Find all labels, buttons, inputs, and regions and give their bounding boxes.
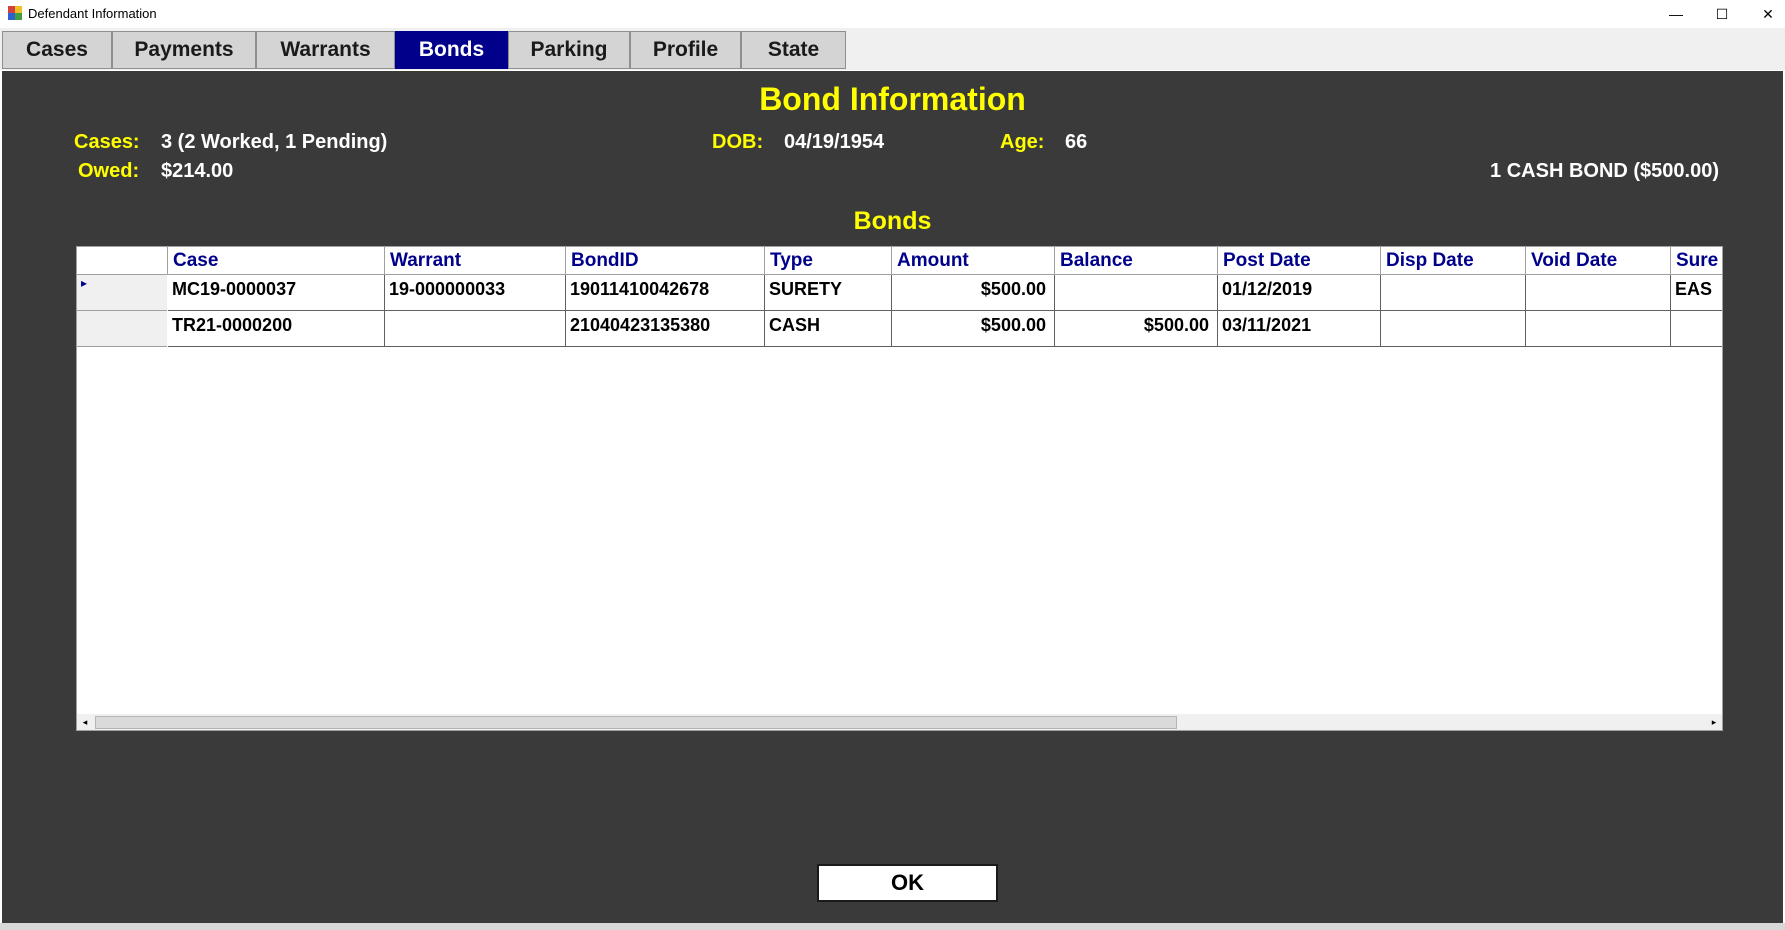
table-cell[interactable]: EAS — [1671, 275, 1722, 311]
table-cell[interactable]: MC19-0000037 — [168, 275, 385, 311]
table-cell[interactable] — [1381, 275, 1526, 311]
table-cell[interactable]: CASH — [765, 311, 892, 347]
table-cell[interactable]: $500.00 — [1055, 311, 1218, 347]
table-cell[interactable]: TR21-0000200 — [168, 311, 385, 347]
owed-value: $214.00 — [161, 160, 234, 182]
tab-state[interactable]: State — [741, 31, 846, 69]
table-cell[interactable] — [1526, 311, 1671, 347]
bonds-heading: Bonds — [853, 207, 932, 235]
bond-summary: 1 CASH BOND ($500.00) — [1490, 160, 1719, 182]
row-selector[interactable]: ▸ — [77, 275, 167, 311]
tab-warrants[interactable]: Warrants — [256, 31, 395, 69]
table-cell[interactable]: $500.00 — [892, 275, 1055, 311]
column-header-case[interactable]: Case — [168, 247, 385, 275]
column-header-post-date[interactable]: Post Date — [1218, 247, 1381, 275]
tab-parking[interactable]: Parking — [508, 31, 630, 69]
row-selector[interactable] — [77, 311, 167, 347]
minimize-button[interactable]: — — [1653, 0, 1699, 28]
table-cell[interactable] — [1671, 311, 1722, 347]
tab-bar: Cases Payments Warrants Bonds Parking Pr… — [0, 28, 1785, 70]
horizontal-scrollbar[interactable]: ◂ ▸ — [77, 714, 1722, 730]
scroll-right-icon[interactable]: ▸ — [1706, 714, 1722, 730]
column-header-balance[interactable]: Balance — [1055, 247, 1218, 275]
bonds-grid[interactable]: Case Warrant BondID Type Amount Balance … — [76, 246, 1723, 731]
current-row-marker-icon: ▸ — [81, 276, 88, 290]
table-cell[interactable]: 21040423135380 — [566, 311, 765, 347]
age-value: 66 — [1065, 131, 1088, 153]
table-cell[interactable] — [1055, 275, 1218, 311]
title-bar: Defendant Information — ☐ ✕ — [0, 0, 1785, 28]
scrollbar-thumb[interactable] — [95, 716, 1177, 729]
cases-value: 3 (2 Worked, 1 Pending) — [161, 131, 388, 153]
table-cell[interactable]: 19011410042678 — [566, 275, 765, 311]
scroll-left-icon[interactable]: ◂ — [77, 714, 93, 730]
dob-label: DOB: — [712, 131, 764, 153]
age-label: Age: — [1000, 131, 1045, 153]
column-header-amount[interactable]: Amount — [892, 247, 1055, 275]
close-button[interactable]: ✕ — [1745, 0, 1785, 28]
owed-label: Owed: — [78, 160, 140, 182]
column-header-void-date[interactable]: Void Date — [1526, 247, 1671, 275]
cases-label: Cases: — [74, 131, 140, 153]
table-cell[interactable] — [1381, 311, 1526, 347]
table-cell[interactable]: 19-000000033 — [385, 275, 566, 311]
table-cell[interactable] — [1526, 275, 1671, 311]
maximize-button[interactable]: ☐ — [1699, 0, 1745, 28]
table-cell[interactable]: 03/11/2021 — [1218, 311, 1381, 347]
column-header-bondid[interactable]: BondID — [566, 247, 765, 275]
page-title: Bond Information — [759, 81, 1026, 117]
tab-profile[interactable]: Profile — [630, 31, 741, 69]
tab-bonds[interactable]: Bonds — [395, 31, 508, 69]
column-header-type[interactable]: Type — [765, 247, 892, 275]
table-cell[interactable]: 01/12/2019 — [1218, 275, 1381, 311]
table-cell[interactable] — [385, 311, 566, 347]
window-title: Defendant Information — [28, 6, 157, 21]
ok-button[interactable]: OK — [817, 864, 998, 902]
app-icon — [8, 6, 22, 20]
table-cell[interactable]: SURETY — [765, 275, 892, 311]
dob-value: 04/19/1954 — [784, 131, 885, 153]
column-header-warrant[interactable]: Warrant — [385, 247, 566, 275]
table-cell[interactable]: $500.00 — [892, 311, 1055, 347]
column-header-disp-date[interactable]: Disp Date — [1381, 247, 1526, 275]
window-bottom-edge — [0, 923, 1785, 930]
main-panel: Bond Information Cases: 3 (2 Worked, 1 P… — [2, 71, 1783, 923]
row-header-corner — [77, 247, 168, 275]
column-header-surety[interactable]: Sure — [1671, 247, 1722, 275]
tab-cases[interactable]: Cases — [2, 31, 112, 69]
tab-payments[interactable]: Payments — [112, 31, 256, 69]
